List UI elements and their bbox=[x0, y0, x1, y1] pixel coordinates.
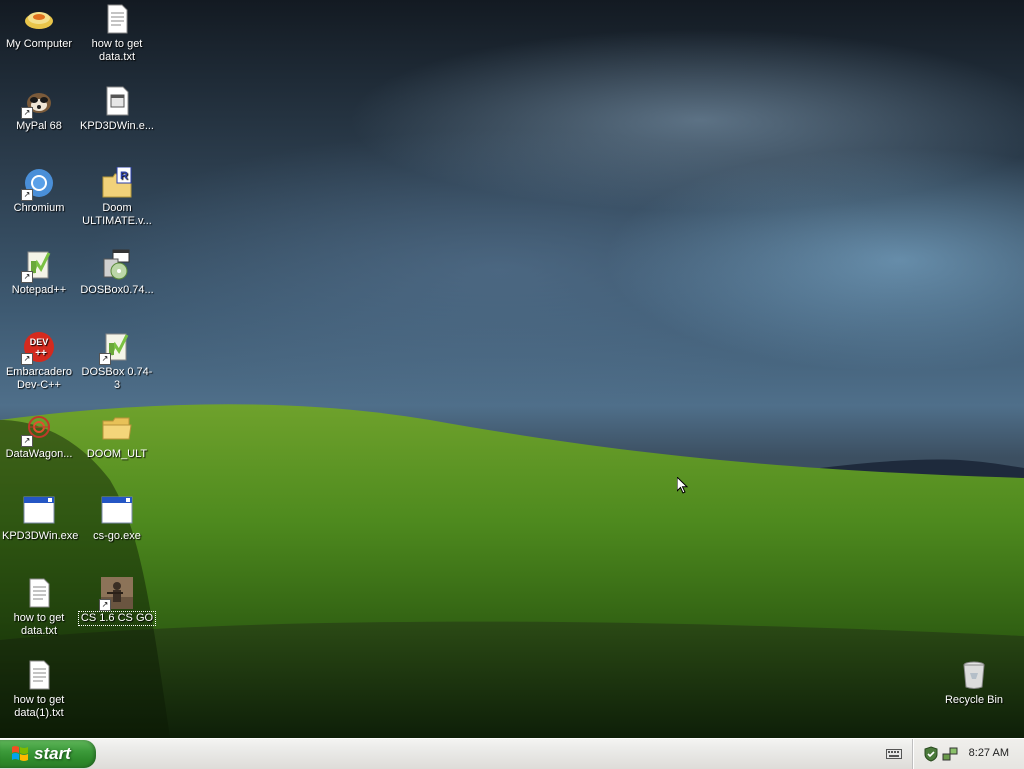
icon-label: DOSBox0.74... bbox=[80, 284, 154, 296]
desktop-icon-how-to-get-data-txt-2[interactable]: how to get data.txt bbox=[0, 577, 78, 638]
start-label: start bbox=[34, 744, 71, 763]
shortcut-arrow-icon: ↗ bbox=[99, 353, 111, 365]
desktop-icon-how-to-get-data-txt[interactable]: how to get data.txt bbox=[78, 3, 156, 64]
clock[interactable]: 8:27 AM bbox=[969, 747, 1009, 759]
icon-label: Chromium bbox=[13, 202, 65, 214]
desktop-icon-cs-go-exe[interactable]: cs-go.exe bbox=[78, 495, 156, 543]
svg-text:++: ++ bbox=[35, 348, 47, 359]
shortcut-arrow-icon: ↗ bbox=[99, 599, 111, 611]
icon-label: cs-go.exe bbox=[93, 530, 141, 542]
icon-label: KPD3DWin.e... bbox=[80, 120, 154, 132]
desktop-icon-how-to-get-data-1-txt[interactable]: how to get data(1).txt bbox=[0, 659, 78, 720]
text-file-icon bbox=[23, 659, 55, 691]
icon-label: Doom ULTIMATE.v... bbox=[82, 202, 152, 227]
desktop-icon-cs-1-6-cs-go[interactable]: ↗ CS 1.6 CS GO bbox=[77, 577, 157, 626]
shortcut-arrow-icon: ↗ bbox=[21, 435, 33, 447]
chromium-icon: ↗ bbox=[21, 167, 55, 201]
mouse-cursor-icon bbox=[677, 477, 689, 494]
security-shield-icon[interactable] bbox=[923, 746, 939, 762]
system-tray: 8:27 AM bbox=[912, 739, 1024, 769]
icon-label: how to get data(1).txt bbox=[13, 694, 65, 719]
datawagon-icon: ↗ bbox=[21, 413, 55, 447]
recycle-bin-icon bbox=[958, 659, 990, 691]
icon-label: DOSBox 0.74-3 bbox=[81, 366, 153, 391]
desktop-icon-kpd3dwin-exe[interactable]: KPD3DWin.exe bbox=[0, 495, 78, 543]
icon-label: MyPal 68 bbox=[16, 120, 62, 132]
dev-cpp-icon: DEV ++ ↗ bbox=[21, 331, 55, 365]
icon-label: DOOM_ULT bbox=[86, 448, 148, 460]
desktop-icon-notepad-plus-plus[interactable]: ↗ Notepad++ bbox=[0, 249, 78, 297]
desktop-icon-datawagon[interactable]: ↗ DataWagon... bbox=[0, 413, 78, 461]
my-computer-icon bbox=[23, 3, 55, 35]
desktop-icon-recycle-bin[interactable]: Recycle Bin bbox=[935, 659, 1013, 707]
windows-logo-icon bbox=[12, 746, 28, 761]
folder-icon bbox=[101, 413, 133, 445]
notepad-plus-plus-icon: ↗ bbox=[21, 249, 55, 283]
desktop-icon-mypal[interactable]: ↗ MyPal 68 bbox=[0, 85, 78, 133]
executable-file-icon bbox=[101, 85, 133, 117]
desktop-icon-kpd3dwin-e[interactable]: KPD3DWin.e... bbox=[78, 85, 156, 133]
icon-label: how to get data.txt bbox=[91, 38, 143, 63]
dosbox-icon: ↗ bbox=[99, 331, 133, 365]
icon-label: Embarcadero Dev-C++ bbox=[5, 366, 73, 391]
desktop-icon-doom-ultimate[interactable]: R Doom ULTIMATE.v... bbox=[78, 166, 156, 228]
desktop-icon-doom-ult-folder[interactable]: DOOM_ULT bbox=[78, 413, 156, 461]
icon-label: DataWagon... bbox=[5, 448, 73, 460]
shortcut-arrow-icon: ↗ bbox=[21, 353, 33, 365]
icon-label: Recycle Bin bbox=[944, 694, 1004, 706]
text-file-icon bbox=[101, 3, 133, 35]
window-app-icon bbox=[101, 495, 133, 527]
shortcut-arrow-icon: ↗ bbox=[21, 271, 33, 283]
desktop-icon-dosbox-installer[interactable]: DOSBox0.74... bbox=[78, 249, 156, 297]
desktop: My Computer ↗ MyPal 68 ↗ Chromium ↗ Note… bbox=[0, 0, 1024, 738]
window-app-icon bbox=[23, 495, 55, 527]
svg-text:R: R bbox=[120, 170, 128, 182]
text-file-icon bbox=[23, 577, 55, 609]
desktop-icon-chromium[interactable]: ↗ Chromium bbox=[0, 167, 78, 215]
shortcut-arrow-icon: ↗ bbox=[21, 107, 33, 119]
dosbox-installer-icon bbox=[101, 249, 133, 281]
mypal-browser-icon: ↗ bbox=[21, 85, 55, 119]
doom-archive-icon: R bbox=[101, 166, 133, 199]
svg-text:DEV: DEV bbox=[30, 337, 49, 347]
taskbar: start 8:27 AM bbox=[0, 738, 1024, 769]
network-icon[interactable] bbox=[942, 746, 958, 762]
icon-label: KPD3DWin.exe bbox=[2, 530, 79, 542]
desktop-icon-dosbox[interactable]: ↗ DOSBox 0.74-3 bbox=[78, 331, 156, 392]
keyboard-icon[interactable] bbox=[886, 747, 902, 761]
start-button[interactable]: start bbox=[0, 740, 96, 768]
icon-label: how to get data.txt bbox=[13, 612, 65, 637]
icon-label: My Computer bbox=[5, 38, 73, 50]
desktop-icon-my-computer[interactable]: My Computer bbox=[0, 3, 78, 51]
counter-strike-icon: ↗ bbox=[99, 577, 133, 611]
icon-label: Notepad++ bbox=[11, 284, 67, 296]
shortcut-arrow-icon: ↗ bbox=[21, 189, 33, 201]
desktop-icon-dev-cpp[interactable]: DEV ++ ↗ Embarcadero Dev-C++ bbox=[0, 331, 78, 392]
icon-label: CS 1.6 CS GO bbox=[77, 611, 157, 626]
